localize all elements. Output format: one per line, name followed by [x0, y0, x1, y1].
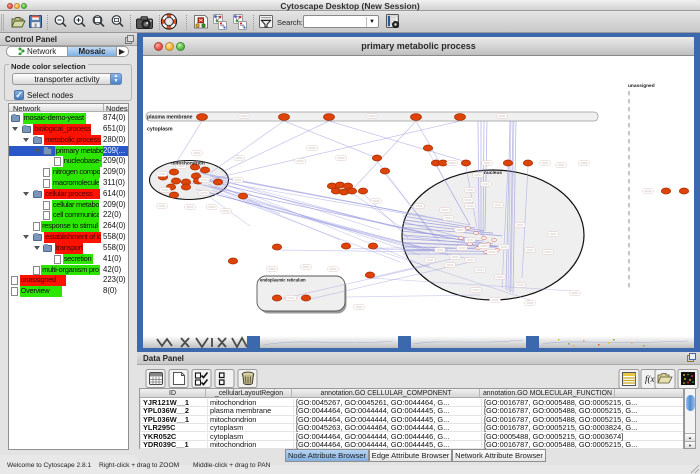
- svg-text:mitochondrion: mitochondrion: [171, 161, 205, 167]
- svg-text:endoplasmic reticulum: endoplasmic reticulum: [260, 278, 306, 283]
- svg-text:nucleus: nucleus: [484, 170, 502, 176]
- svg-text:unassigned: unassigned: [628, 83, 655, 89]
- svg-text:plasma membrane: plasma membrane: [147, 115, 193, 121]
- svg-text:cytoplasm: cytoplasm: [147, 127, 173, 133]
